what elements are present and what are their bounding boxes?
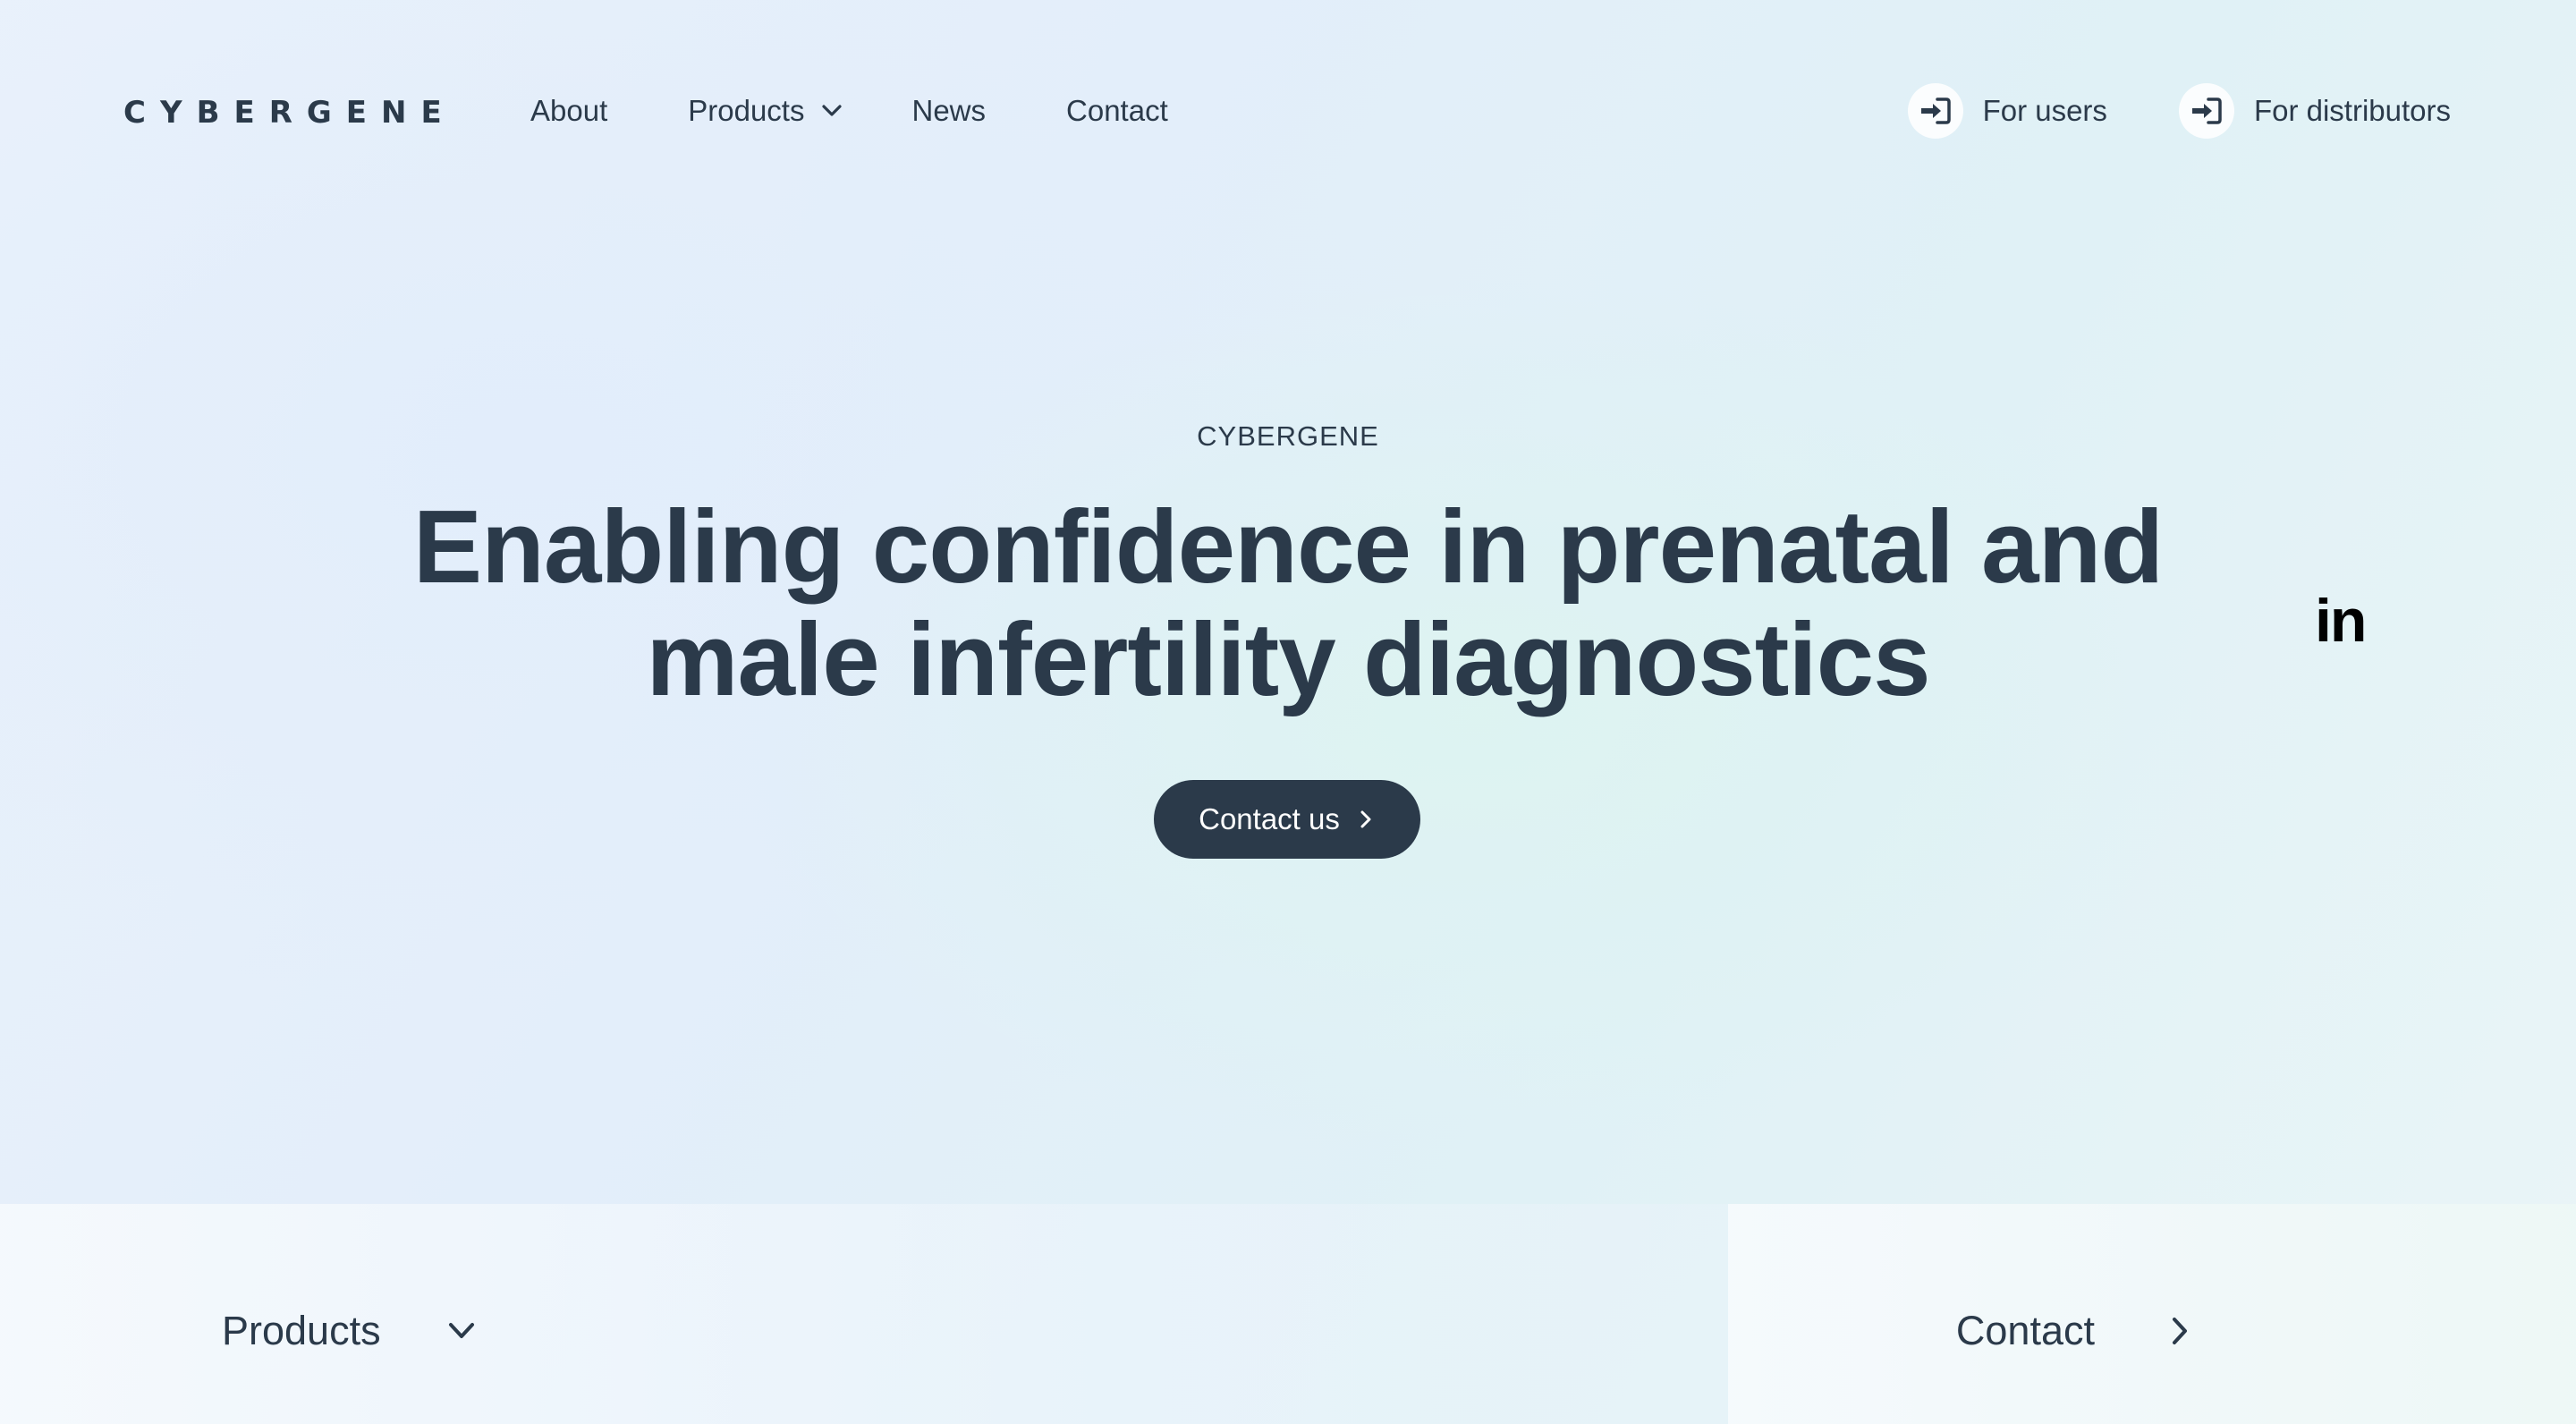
bottom-products-toggle[interactable]: Products (222, 1304, 479, 1358)
chevron-down-icon (448, 1323, 474, 1338)
main-nav: About Products News Contact (530, 88, 1168, 134)
contact-us-label: Contact us (1199, 802, 1340, 835)
chevron-right-icon (1360, 810, 1371, 828)
bottom-products-label: Products (222, 1308, 381, 1353)
bottom-contact-label: Contact (1955, 1308, 2095, 1353)
nav-products-label: Products (688, 94, 805, 127)
site-header: CYBERGENE About Products News Contact Fo… (0, 0, 2576, 222)
linkedin-icon[interactable]: in (2315, 590, 2367, 651)
chevron-down-icon (822, 105, 843, 116)
nav-news-label: News (911, 94, 987, 127)
chevron-right-icon (2173, 1318, 2187, 1344)
for-users-link[interactable]: For users (1907, 83, 2107, 139)
nav-about-label: About (530, 94, 608, 127)
hero-title: Enabling confidence in prenatal and male… (412, 488, 2165, 717)
bottom-contact-link[interactable]: Contact (1956, 1304, 2191, 1358)
nav-news[interactable]: News (911, 94, 986, 128)
bottom-bar: Products Contact (0, 1204, 2576, 1424)
for-users-label: For users (1982, 94, 2107, 127)
account-links: For users For distributors (1907, 80, 2451, 142)
for-distributors-label: For distributors (2253, 94, 2451, 127)
nav-contact-label: Contact (1066, 94, 1168, 127)
logo[interactable]: CYBERGENE (123, 93, 456, 132)
nav-products[interactable]: Products (688, 94, 849, 128)
hero-eyebrow: CYBERGENE (1197, 420, 1379, 452)
sign-in-icon (2178, 83, 2234, 139)
for-distributors-link[interactable]: For distributors (2178, 83, 2451, 139)
contact-us-button[interactable]: Contact us (1154, 780, 1420, 859)
nav-contact[interactable]: Contact (1066, 94, 1168, 128)
nav-about[interactable]: About (530, 94, 607, 128)
sign-in-icon (1907, 83, 1963, 139)
